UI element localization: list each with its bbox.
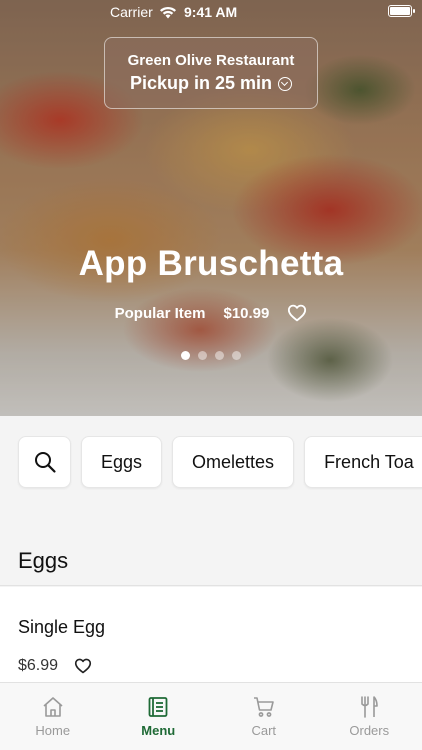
carousel-dot[interactable]	[198, 351, 207, 360]
cart-icon	[253, 697, 274, 717]
category-chip-eggs[interactable]: Eggs	[81, 436, 163, 488]
restaurant-name: Green Olive Restaurant	[127, 52, 295, 69]
popular-badge: Popular Item	[114, 304, 206, 322]
hero-banner[interactable]: Carrier 9:41 AM Green Olive Restaurant P…	[0, 0, 422, 416]
carousel-dot[interactable]	[215, 351, 224, 360]
tab-cart[interactable]: Cart	[211, 683, 317, 750]
tab-label: Menu	[141, 723, 176, 738]
pickup-selector[interactable]: Green Olive Restaurant Pickup in 25 min	[104, 37, 318, 109]
menu-item-name: Single Egg	[18, 617, 106, 637]
chevron-down-icon	[278, 76, 293, 91]
featured-price: $10.99	[223, 304, 270, 322]
tab-label: Orders	[349, 723, 390, 738]
category-chip-french-toast[interactable]: French Toa	[304, 436, 422, 488]
favorite-heart-icon[interactable]	[287, 304, 307, 322]
orders-icon	[361, 696, 379, 718]
home-icon	[43, 697, 63, 717]
section-title: Eggs	[0, 536, 422, 586]
menu-item-price: $6.99	[18, 657, 59, 674]
tab-orders[interactable]: Orders	[317, 683, 422, 750]
menu-item-card[interactable]: Single Egg $6.99	[0, 587, 422, 682]
wifi-icon	[159, 6, 176, 18]
tab-menu[interactable]: Menu	[106, 683, 212, 750]
tab-home[interactable]: Home	[0, 683, 106, 750]
carousel-dot[interactable]	[232, 351, 241, 360]
search-icon	[34, 452, 56, 473]
pickup-time: Pickup in 25 min	[129, 73, 273, 93]
tab-label: Cart	[251, 723, 277, 738]
menu-icon	[148, 697, 168, 717]
tab-bar: Home Menu Cart Orders	[0, 682, 422, 750]
status-bar: Carrier 9:41 AM	[0, 0, 422, 24]
search-button[interactable]	[18, 436, 71, 488]
carousel-dot[interactable]	[181, 351, 190, 360]
category-strip: Eggs Omelettes French Toa	[0, 416, 422, 510]
favorite-heart-icon[interactable]	[74, 658, 92, 674]
battery-icon	[388, 5, 415, 17]
carrier-label: Carrier	[110, 4, 153, 20]
tab-label: Home	[35, 723, 71, 738]
category-chip-omelettes[interactable]: Omelettes	[172, 436, 295, 488]
carousel-indicator[interactable]	[0, 351, 422, 360]
featured-item-title: App Bruschetta	[78, 244, 344, 283]
clock-time: 9:41 AM	[184, 4, 238, 20]
